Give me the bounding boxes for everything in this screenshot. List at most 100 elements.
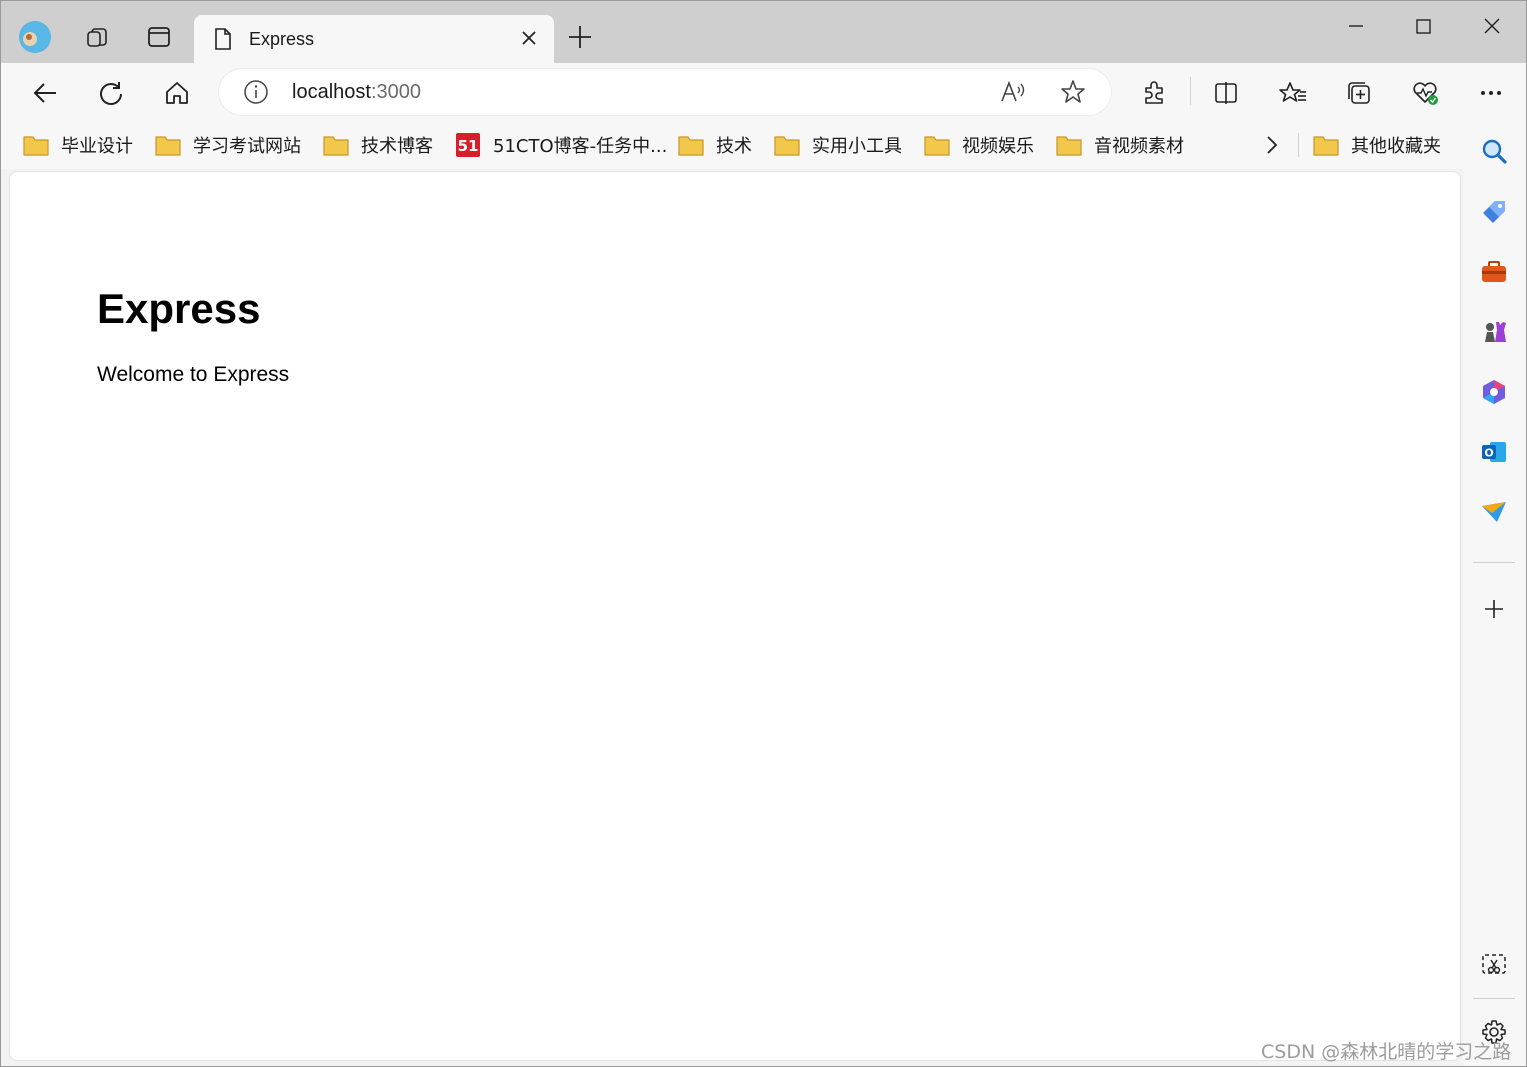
screenshot-button[interactable] bbox=[1475, 946, 1513, 984]
tab-close-button[interactable] bbox=[518, 27, 540, 54]
bookmark-视频娱乐[interactable]: 视频娱乐 bbox=[924, 131, 1034, 159]
send-icon bbox=[1482, 502, 1506, 522]
folder-icon bbox=[323, 136, 349, 156]
url-text[interactable]: localhost:3000 bbox=[292, 81, 421, 104]
heart-pulse-icon bbox=[1413, 82, 1438, 105]
bookmarks-overflow-button[interactable] bbox=[1260, 131, 1284, 159]
home-icon bbox=[166, 82, 188, 104]
bookmark-学习考试网站[interactable]: 学习考试网站 bbox=[155, 131, 301, 159]
svg-text:51: 51 bbox=[458, 137, 479, 155]
sidebar: O bbox=[1463, 121, 1526, 1066]
settings-and-more-button[interactable] bbox=[1473, 75, 1509, 111]
tag-icon bbox=[1483, 201, 1505, 223]
sidebar-shopping-button[interactable] bbox=[1475, 193, 1513, 231]
tab-strip: Express bbox=[1, 1, 1526, 63]
address-bar[interactable]: localhost:3000 bbox=[219, 69, 1111, 115]
toolbox-icon bbox=[1482, 261, 1506, 282]
bookmark-51cto[interactable]: 51 51CTO博客-任务中... bbox=[455, 131, 667, 159]
page-content: Express Welcome to Express bbox=[9, 171, 1461, 1061]
microsoft365-icon bbox=[1483, 380, 1505, 404]
minimize-button[interactable] bbox=[1336, 11, 1376, 41]
bookmark-label: 学习考试网站 bbox=[193, 136, 301, 157]
arrow-left-icon bbox=[33, 83, 56, 103]
toolbar-separator bbox=[1190, 77, 1191, 105]
sidebar-divider bbox=[1473, 998, 1515, 999]
watermark: CSDN @森林北晴的学习之路 bbox=[1261, 1041, 1512, 1063]
browser-window: Express localhost:3000 毕业设计 学习考试网站 技术博客 … bbox=[0, 0, 1527, 1067]
bookmark-label: 其他收藏夹 bbox=[1351, 136, 1441, 157]
browser-essentials-button[interactable] bbox=[1407, 75, 1443, 111]
sidebar-games-button[interactable] bbox=[1475, 313, 1513, 351]
svg-text:O: O bbox=[1484, 447, 1493, 460]
bookmark-技术[interactable]: 技术 bbox=[678, 131, 752, 159]
sidebar-outlook-button[interactable]: O bbox=[1475, 433, 1513, 471]
back-button[interactable] bbox=[27, 75, 63, 111]
sidebar-drop-button[interactable] bbox=[1475, 493, 1513, 531]
bookmark-label: 音视频素材 bbox=[1094, 136, 1184, 157]
read-aloud-button[interactable] bbox=[999, 79, 1027, 110]
close-window-button[interactable] bbox=[1472, 11, 1512, 41]
avatar-icon bbox=[19, 21, 51, 53]
bookmark-label: 51CTO博客-任务中... bbox=[493, 136, 668, 157]
bookmark-label: 技术博客 bbox=[361, 136, 433, 157]
bookmark-label: 技术 bbox=[716, 136, 752, 157]
url-port: :3000 bbox=[370, 81, 421, 103]
folder-icon bbox=[774, 136, 800, 156]
read-aloud-icon bbox=[1001, 80, 1025, 102]
maximize-icon bbox=[1416, 19, 1431, 34]
51cto-icon: 51 bbox=[456, 133, 480, 157]
bookmark-实用小工具[interactable]: 实用小工具 bbox=[774, 131, 902, 159]
bookmark-技术博客[interactable]: 技术博客 bbox=[323, 131, 433, 159]
folder-icon bbox=[1056, 136, 1082, 156]
page-icon bbox=[212, 27, 234, 56]
favorites-button[interactable] bbox=[1275, 75, 1311, 111]
split-screen-icon bbox=[1215, 82, 1237, 104]
bookmark-音视频素材[interactable]: 音视频素材 bbox=[1056, 131, 1184, 159]
refresh-icon bbox=[100, 82, 122, 105]
other-favorites[interactable]: 其他收藏夹 bbox=[1313, 131, 1441, 159]
screenshot-icon bbox=[1482, 954, 1506, 974]
bookmark-label: 视频娱乐 bbox=[962, 136, 1034, 157]
extensions-button[interactable] bbox=[1136, 75, 1172, 111]
close-icon bbox=[1484, 18, 1500, 34]
sidebar-customize-button[interactable] bbox=[1475, 590, 1513, 628]
welcome-text: Welcome to Express bbox=[97, 363, 290, 386]
vertical-tabs-button[interactable] bbox=[141, 19, 177, 55]
home-button[interactable] bbox=[159, 75, 195, 111]
collections-button[interactable] bbox=[1341, 75, 1377, 111]
chess-icon bbox=[1485, 322, 1506, 342]
bookmarks-bar: 毕业设计 学习考试网站 技术博客 51 51CTO博客-任务中... 技术 实用… bbox=[1, 121, 1463, 169]
toolbar: localhost:3000 bbox=[1, 63, 1526, 121]
bookmark-毕业设计[interactable]: 毕业设计 bbox=[23, 131, 133, 159]
page-title: Express bbox=[97, 285, 261, 332]
tab-actions-icon bbox=[148, 27, 170, 47]
add-favorite-button[interactable] bbox=[1059, 78, 1087, 111]
workspaces-button[interactable] bbox=[79, 19, 115, 55]
url-host: localhost bbox=[292, 81, 371, 103]
minimize-icon bbox=[1349, 25, 1363, 27]
maximize-button[interactable] bbox=[1403, 11, 1443, 41]
collections-icon bbox=[1348, 82, 1370, 104]
info-icon bbox=[244, 80, 268, 104]
folder-icon bbox=[155, 136, 181, 156]
profile-avatar[interactable] bbox=[17, 19, 53, 55]
site-info-button[interactable] bbox=[243, 79, 269, 110]
tab-express[interactable]: Express bbox=[194, 15, 554, 63]
search-icon bbox=[1482, 139, 1507, 164]
outlook-icon: O bbox=[1482, 442, 1506, 462]
sidebar-tools-button[interactable] bbox=[1475, 253, 1513, 291]
tab-title: Express bbox=[249, 29, 315, 49]
puzzle-icon bbox=[1145, 81, 1163, 104]
folder-icon bbox=[1313, 136, 1339, 156]
sidebar-office-button[interactable] bbox=[1475, 373, 1513, 411]
more-icon bbox=[1481, 91, 1501, 95]
refresh-button[interactable] bbox=[93, 75, 129, 111]
favorites-icon bbox=[1279, 82, 1306, 102]
split-screen-button[interactable] bbox=[1208, 75, 1244, 111]
bookmarks-separator bbox=[1298, 133, 1299, 157]
sidebar-search-button[interactable] bbox=[1475, 132, 1513, 170]
star-icon bbox=[1061, 80, 1085, 103]
plus-icon bbox=[1485, 600, 1503, 618]
new-tab-button[interactable] bbox=[564, 21, 596, 58]
sidebar-divider bbox=[1473, 562, 1515, 563]
